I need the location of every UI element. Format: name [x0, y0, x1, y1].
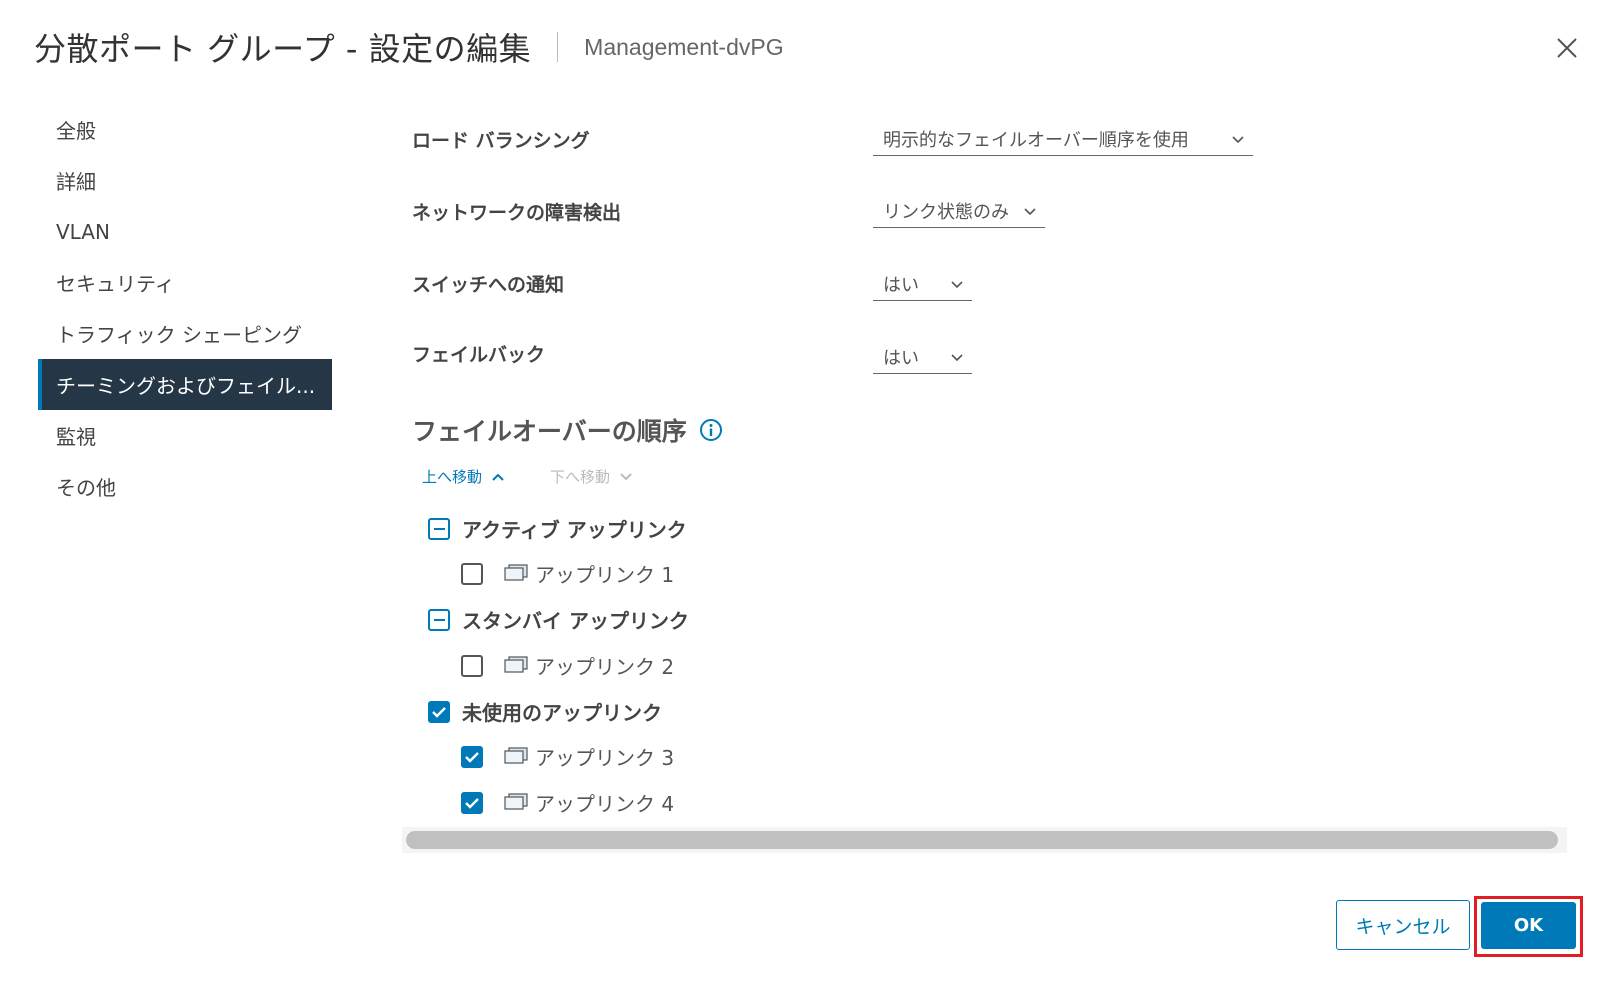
modal-header: 分散ポート グループ - 設定の編集 Management-dvPG — [34, 22, 784, 72]
uplink-icon — [504, 563, 528, 581]
chevron-down-icon — [620, 472, 632, 480]
uplink-icon — [504, 655, 528, 673]
checkmark-icon — [432, 706, 446, 718]
chevron-down-icon — [951, 353, 963, 361]
nav-item-vlan[interactable]: VLAN — [38, 206, 332, 257]
nav-item-general[interactable]: 全般 — [38, 104, 332, 155]
move-up-button[interactable]: 上へ移動 — [422, 466, 506, 487]
failback-value: はい — [883, 347, 919, 369]
move-down-label: 下へ移動 — [550, 468, 611, 486]
cancel-button[interactable]: キャンセル — [1336, 900, 1470, 950]
load-balancing-label: ロード バランシング — [412, 130, 590, 152]
page-subtitle: Management-dvPG — [584, 33, 784, 60]
uplink-3-label: アップリンク 3 — [535, 746, 675, 770]
uplink-row-4: アップリンク 4 — [461, 788, 674, 817]
notify-switches-select[interactable]: はい — [873, 267, 972, 301]
load-balancing-select[interactable]: 明示的なフェイルオーバー順序を使用 — [873, 122, 1253, 156]
failover-order-heading: フェイルオーバーの順序 — [412, 417, 687, 446]
group-standby-label: スタンバイ アップリンク — [462, 609, 689, 633]
group-row-unused: 未使用のアップリンク — [428, 697, 662, 726]
nav-item-advanced[interactable]: 詳細 — [38, 155, 332, 206]
uplink-row-1: アップリンク 1 — [461, 559, 674, 588]
uplink-icon — [504, 746, 528, 764]
uplink-3-checkbox[interactable] — [461, 745, 483, 768]
group-standby-checkbox[interactable] — [428, 608, 450, 631]
move-down-button[interactable]: 下へ移動 — [550, 466, 634, 487]
group-active-label: アクティブ アップリンク — [462, 518, 687, 542]
nav-item-teaming-failover[interactable]: チーミングおよびフェイル... — [38, 359, 332, 410]
uplink-2-label: アップリンク 2 — [535, 655, 675, 679]
chevron-up-icon — [492, 473, 504, 481]
failback-select[interactable]: はい — [873, 340, 972, 374]
failback-label: フェイルバック — [412, 344, 546, 366]
failover-order-title: フェイルオーバーの順序 — [412, 412, 723, 448]
page-title: 分散ポート グループ - 設定の編集 — [34, 30, 532, 68]
checkmark-icon — [465, 797, 479, 809]
network-failure-detection-label: ネットワークの障害検出 — [412, 202, 622, 224]
notify-switches-label: スイッチへの通知 — [412, 274, 565, 296]
nav-item-security[interactable]: セキュリティ — [38, 257, 332, 308]
uplink-1-checkbox[interactable] — [461, 562, 483, 585]
move-up-label: 上へ移動 — [422, 468, 483, 486]
uplink-row-3: アップリンク 3 — [461, 742, 674, 771]
chevron-down-icon — [1024, 207, 1036, 215]
load-balancing-value: 明示的なフェイルオーバー順序を使用 — [883, 129, 1189, 151]
nav-item-traffic-shaping[interactable]: トラフィック シェーピング — [38, 308, 332, 359]
settings-nav: 全般 詳細 VLAN セキュリティ トラフィック シェーピング チーミングおよび… — [38, 104, 332, 512]
uplink-icon — [504, 792, 528, 810]
checkmark-icon — [465, 751, 479, 763]
group-unused-label: 未使用のアップリンク — [462, 701, 662, 725]
close-icon[interactable] — [1555, 36, 1579, 60]
title-divider — [557, 32, 559, 62]
uplink-2-checkbox[interactable] — [461, 654, 483, 677]
nav-item-miscellaneous[interactable]: その他 — [38, 461, 332, 512]
nav-item-monitoring[interactable]: 監視 — [38, 410, 332, 461]
chevron-down-icon — [951, 280, 963, 288]
uplink-1-label: アップリンク 1 — [535, 563, 675, 587]
scrollbar-thumb[interactable] — [406, 831, 1558, 849]
group-unused-checkbox[interactable] — [428, 700, 450, 723]
notify-switches-value: はい — [883, 274, 919, 296]
ok-button[interactable]: OK — [1481, 902, 1576, 949]
uplink-row-2: アップリンク 2 — [461, 651, 674, 680]
network-failure-detection-select[interactable]: リンク状態のみ — [873, 194, 1045, 228]
group-row-standby: スタンバイ アップリンク — [428, 605, 689, 634]
group-row-active: アクティブ アップリンク — [428, 514, 687, 543]
group-active-checkbox[interactable] — [428, 517, 450, 540]
uplink-4-checkbox[interactable] — [461, 791, 483, 814]
chevron-down-icon — [1232, 135, 1244, 143]
network-failure-detection-value: リンク状態のみ — [883, 201, 1009, 223]
uplink-4-label: アップリンク 4 — [535, 792, 675, 816]
horizontal-scrollbar[interactable] — [402, 827, 1567, 853]
info-icon[interactable] — [699, 418, 723, 442]
